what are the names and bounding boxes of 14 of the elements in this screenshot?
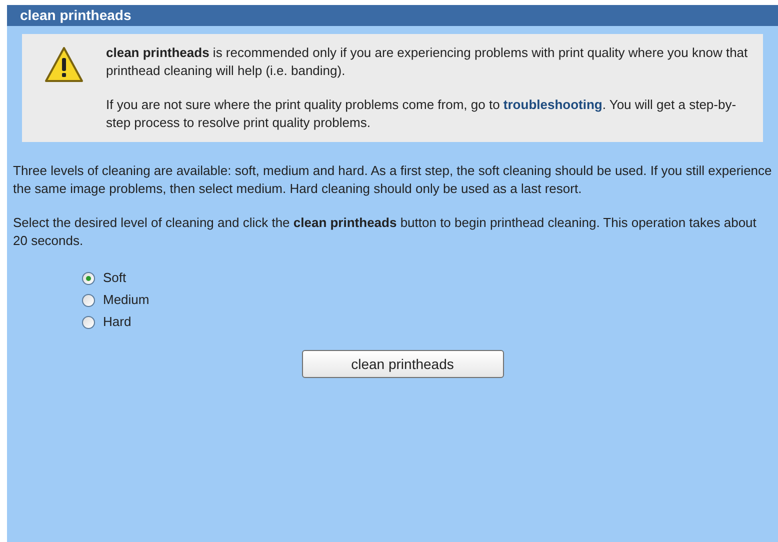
help-text: If you are not sure where the print quality problems come from, go to troubleshooting. You will get a step-by-step process to resolve print quality problems.: [106, 96, 738, 132]
instruction-text: Three levels of cleaning are available: soft, medium and hard. As a first step, the soft cleaning should be used. If you still experience the same image problems, then select medium. Hard cleaning should only be used as a last resort.: [13, 162, 772, 198]
clean-printheads-button[interactable]: clean printheads: [302, 350, 504, 378]
warning-icon: [44, 46, 84, 84]
radio-button[interactable]: [82, 316, 95, 328]
radio-button[interactable]: [82, 272, 95, 284]
radio-label[interactable]: Hard: [103, 312, 132, 332]
troubleshooting-link[interactable]: troubleshooting: [503, 97, 602, 112]
radio-label[interactable]: Medium: [103, 290, 150, 310]
instruction-text: Select the desired level of cleaning and click the clean printheads button to begin printhead cleaning. This operation takes about 20 seconds.: [13, 214, 758, 250]
page-title: clean printheads: [20, 6, 132, 25]
radio-button[interactable]: [82, 294, 95, 306]
notice-text: clean printheads is recommended only if you are experiencing problems with print quality where you know that printhead cleaning will help (i.e. banding).: [106, 44, 749, 80]
radio-label[interactable]: Soft: [103, 268, 126, 288]
